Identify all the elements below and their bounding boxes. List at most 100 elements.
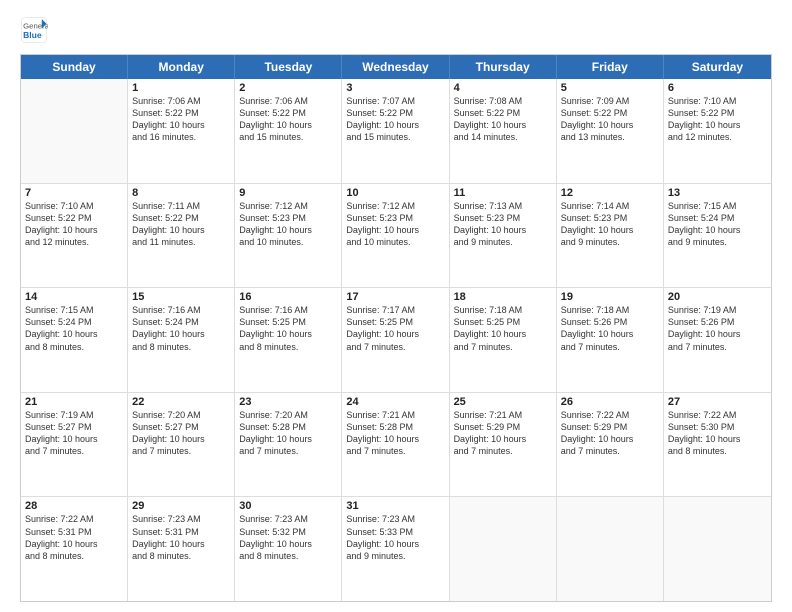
calendar-header-cell: Friday xyxy=(557,55,664,79)
calendar-cell: 16Sunrise: 7:16 AMSunset: 5:25 PMDayligh… xyxy=(235,288,342,392)
day-number: 12 xyxy=(561,187,659,199)
calendar-cell xyxy=(664,497,771,601)
day-number: 26 xyxy=(561,396,659,408)
calendar-cell: 19Sunrise: 7:18 AMSunset: 5:26 PMDayligh… xyxy=(557,288,664,392)
calendar-header-cell: Monday xyxy=(128,55,235,79)
day-number: 30 xyxy=(239,500,337,512)
day-number: 21 xyxy=(25,396,123,408)
cell-info: Sunrise: 7:15 AMSunset: 5:24 PMDaylight:… xyxy=(668,200,767,249)
cell-info: Sunrise: 7:21 AMSunset: 5:29 PMDaylight:… xyxy=(454,409,552,458)
day-number: 3 xyxy=(346,82,444,94)
cell-info: Sunrise: 7:06 AMSunset: 5:22 PMDaylight:… xyxy=(132,95,230,144)
day-number: 6 xyxy=(668,82,767,94)
cell-info: Sunrise: 7:18 AMSunset: 5:26 PMDaylight:… xyxy=(561,304,659,353)
day-number: 27 xyxy=(668,396,767,408)
calendar-cell: 12Sunrise: 7:14 AMSunset: 5:23 PMDayligh… xyxy=(557,184,664,288)
day-number: 28 xyxy=(25,500,123,512)
cell-info: Sunrise: 7:19 AMSunset: 5:26 PMDaylight:… xyxy=(668,304,767,353)
calendar-cell: 21Sunrise: 7:19 AMSunset: 5:27 PMDayligh… xyxy=(21,393,128,497)
calendar-cell xyxy=(557,497,664,601)
calendar-cell: 25Sunrise: 7:21 AMSunset: 5:29 PMDayligh… xyxy=(450,393,557,497)
calendar-row: 7Sunrise: 7:10 AMSunset: 5:22 PMDaylight… xyxy=(21,184,771,289)
day-number: 25 xyxy=(454,396,552,408)
calendar-cell: 10Sunrise: 7:12 AMSunset: 5:23 PMDayligh… xyxy=(342,184,449,288)
cell-info: Sunrise: 7:09 AMSunset: 5:22 PMDaylight:… xyxy=(561,95,659,144)
day-number: 17 xyxy=(346,291,444,303)
cell-info: Sunrise: 7:20 AMSunset: 5:28 PMDaylight:… xyxy=(239,409,337,458)
day-number: 16 xyxy=(239,291,337,303)
cell-info: Sunrise: 7:11 AMSunset: 5:22 PMDaylight:… xyxy=(132,200,230,249)
logo: General Blue xyxy=(20,16,48,44)
calendar-cell: 29Sunrise: 7:23 AMSunset: 5:31 PMDayligh… xyxy=(128,497,235,601)
calendar-cell: 15Sunrise: 7:16 AMSunset: 5:24 PMDayligh… xyxy=(128,288,235,392)
cell-info: Sunrise: 7:17 AMSunset: 5:25 PMDaylight:… xyxy=(346,304,444,353)
day-number: 15 xyxy=(132,291,230,303)
cell-info: Sunrise: 7:22 AMSunset: 5:31 PMDaylight:… xyxy=(25,513,123,562)
calendar-row: 1Sunrise: 7:06 AMSunset: 5:22 PMDaylight… xyxy=(21,79,771,184)
calendar-cell: 31Sunrise: 7:23 AMSunset: 5:33 PMDayligh… xyxy=(342,497,449,601)
day-number: 22 xyxy=(132,396,230,408)
cell-info: Sunrise: 7:13 AMSunset: 5:23 PMDaylight:… xyxy=(454,200,552,249)
cell-info: Sunrise: 7:08 AMSunset: 5:22 PMDaylight:… xyxy=(454,95,552,144)
calendar-cell: 2Sunrise: 7:06 AMSunset: 5:22 PMDaylight… xyxy=(235,79,342,183)
cell-info: Sunrise: 7:22 AMSunset: 5:30 PMDaylight:… xyxy=(668,409,767,458)
calendar-cell: 20Sunrise: 7:19 AMSunset: 5:26 PMDayligh… xyxy=(664,288,771,392)
calendar-cell: 4Sunrise: 7:08 AMSunset: 5:22 PMDaylight… xyxy=(450,79,557,183)
day-number: 18 xyxy=(454,291,552,303)
cell-info: Sunrise: 7:15 AMSunset: 5:24 PMDaylight:… xyxy=(25,304,123,353)
cell-info: Sunrise: 7:18 AMSunset: 5:25 PMDaylight:… xyxy=(454,304,552,353)
calendar-header-cell: Thursday xyxy=(450,55,557,79)
calendar-cell: 13Sunrise: 7:15 AMSunset: 5:24 PMDayligh… xyxy=(664,184,771,288)
day-number: 29 xyxy=(132,500,230,512)
cell-info: Sunrise: 7:20 AMSunset: 5:27 PMDaylight:… xyxy=(132,409,230,458)
cell-info: Sunrise: 7:10 AMSunset: 5:22 PMDaylight:… xyxy=(668,95,767,144)
calendar-header-row: SundayMondayTuesdayWednesdayThursdayFrid… xyxy=(21,55,771,79)
day-number: 31 xyxy=(346,500,444,512)
calendar-row: 14Sunrise: 7:15 AMSunset: 5:24 PMDayligh… xyxy=(21,288,771,393)
cell-info: Sunrise: 7:23 AMSunset: 5:31 PMDaylight:… xyxy=(132,513,230,562)
cell-info: Sunrise: 7:12 AMSunset: 5:23 PMDaylight:… xyxy=(346,200,444,249)
day-number: 14 xyxy=(25,291,123,303)
calendar-body: 1Sunrise: 7:06 AMSunset: 5:22 PMDaylight… xyxy=(21,79,771,601)
cell-info: Sunrise: 7:23 AMSunset: 5:33 PMDaylight:… xyxy=(346,513,444,562)
calendar: SundayMondayTuesdayWednesdayThursdayFrid… xyxy=(20,54,772,602)
calendar-row: 21Sunrise: 7:19 AMSunset: 5:27 PMDayligh… xyxy=(21,393,771,498)
cell-info: Sunrise: 7:23 AMSunset: 5:32 PMDaylight:… xyxy=(239,513,337,562)
calendar-cell: 22Sunrise: 7:20 AMSunset: 5:27 PMDayligh… xyxy=(128,393,235,497)
cell-info: Sunrise: 7:07 AMSunset: 5:22 PMDaylight:… xyxy=(346,95,444,144)
calendar-cell: 6Sunrise: 7:10 AMSunset: 5:22 PMDaylight… xyxy=(664,79,771,183)
day-number: 10 xyxy=(346,187,444,199)
calendar-cell: 7Sunrise: 7:10 AMSunset: 5:22 PMDaylight… xyxy=(21,184,128,288)
cell-info: Sunrise: 7:10 AMSunset: 5:22 PMDaylight:… xyxy=(25,200,123,249)
calendar-cell: 30Sunrise: 7:23 AMSunset: 5:32 PMDayligh… xyxy=(235,497,342,601)
day-number: 8 xyxy=(132,187,230,199)
calendar-cell xyxy=(450,497,557,601)
svg-text:Blue: Blue xyxy=(23,30,42,40)
cell-info: Sunrise: 7:16 AMSunset: 5:25 PMDaylight:… xyxy=(239,304,337,353)
day-number: 20 xyxy=(668,291,767,303)
day-number: 23 xyxy=(239,396,337,408)
calendar-header-cell: Wednesday xyxy=(342,55,449,79)
day-number: 4 xyxy=(454,82,552,94)
day-number: 5 xyxy=(561,82,659,94)
logo-icon: General Blue xyxy=(20,16,48,44)
calendar-cell: 9Sunrise: 7:12 AMSunset: 5:23 PMDaylight… xyxy=(235,184,342,288)
day-number: 13 xyxy=(668,187,767,199)
cell-info: Sunrise: 7:16 AMSunset: 5:24 PMDaylight:… xyxy=(132,304,230,353)
day-number: 24 xyxy=(346,396,444,408)
calendar-cell: 5Sunrise: 7:09 AMSunset: 5:22 PMDaylight… xyxy=(557,79,664,183)
page-header: General Blue xyxy=(20,16,772,44)
calendar-cell: 26Sunrise: 7:22 AMSunset: 5:29 PMDayligh… xyxy=(557,393,664,497)
day-number: 9 xyxy=(239,187,337,199)
day-number: 19 xyxy=(561,291,659,303)
cell-info: Sunrise: 7:14 AMSunset: 5:23 PMDaylight:… xyxy=(561,200,659,249)
calendar-header-cell: Tuesday xyxy=(235,55,342,79)
calendar-row: 28Sunrise: 7:22 AMSunset: 5:31 PMDayligh… xyxy=(21,497,771,601)
calendar-cell: 28Sunrise: 7:22 AMSunset: 5:31 PMDayligh… xyxy=(21,497,128,601)
calendar-cell: 3Sunrise: 7:07 AMSunset: 5:22 PMDaylight… xyxy=(342,79,449,183)
cell-info: Sunrise: 7:19 AMSunset: 5:27 PMDaylight:… xyxy=(25,409,123,458)
day-number: 1 xyxy=(132,82,230,94)
calendar-cell: 8Sunrise: 7:11 AMSunset: 5:22 PMDaylight… xyxy=(128,184,235,288)
cell-info: Sunrise: 7:22 AMSunset: 5:29 PMDaylight:… xyxy=(561,409,659,458)
calendar-cell: 17Sunrise: 7:17 AMSunset: 5:25 PMDayligh… xyxy=(342,288,449,392)
